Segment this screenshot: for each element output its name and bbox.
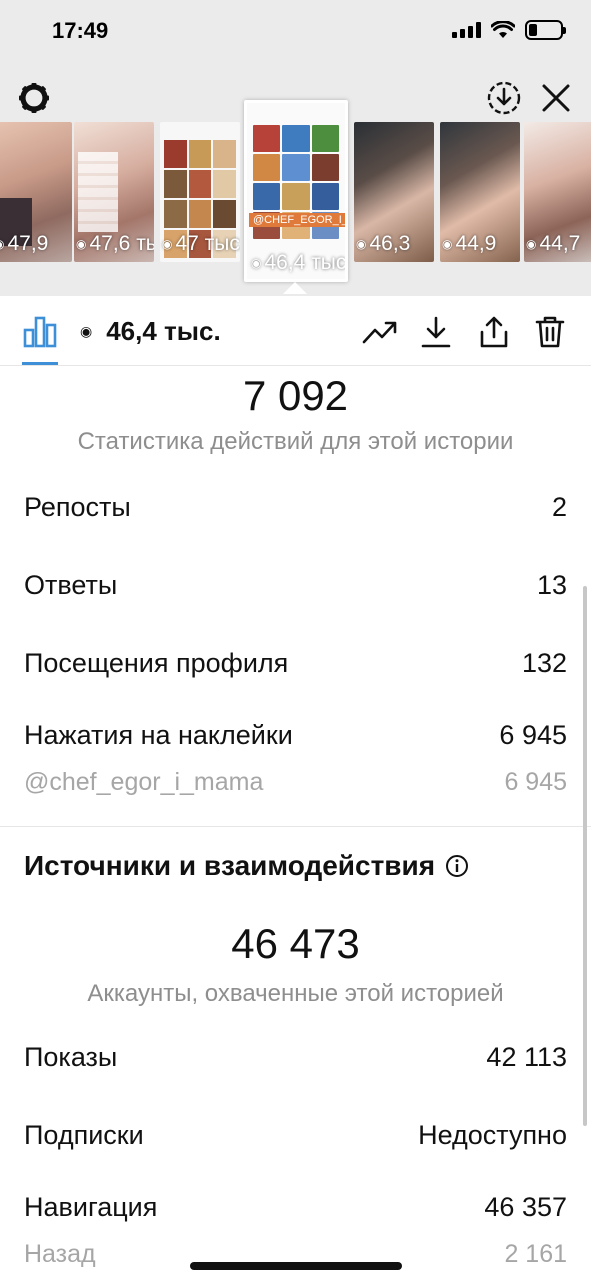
actions-total: 7 092	[242, 372, 349, 419]
thumbnail-views: ◉47,9	[0, 232, 49, 255]
row-value: 42 113	[486, 1042, 567, 1072]
row-value: 132	[521, 648, 567, 678]
row-value: 6 945	[499, 720, 567, 750]
save-story-button[interactable]	[484, 78, 524, 118]
navigation-row: Навигация 46 357	[24, 1192, 567, 1223]
row-label: Посещения профиля	[24, 648, 289, 678]
close-icon	[542, 84, 570, 112]
row-label: Подписки	[24, 1120, 144, 1150]
thumbnail-list	[78, 152, 118, 232]
close-button[interactable]	[536, 78, 576, 118]
section-title-text: Источники и взаимодействия	[24, 850, 436, 881]
battery-icon	[525, 20, 566, 40]
download-button[interactable]	[418, 314, 454, 350]
sticker-taps-row: Нажатия на наклейки 6 945	[24, 720, 567, 751]
home-indicator[interactable]	[190, 1262, 402, 1270]
download-icon	[421, 316, 451, 348]
reach-caption: Аккаунты, охваченные этой историей	[87, 980, 504, 1007]
section-title: Источники и взаимодействия	[24, 850, 469, 882]
row-label: Назад	[24, 1240, 96, 1268]
story-thumbnail[interactable]: ◉ 44,7	[524, 122, 591, 262]
story-thumbnail[interactable]: ◉47,6 тыс.	[74, 122, 154, 262]
delete-button[interactable]	[532, 314, 568, 350]
scrollbar[interactable]	[583, 586, 587, 1126]
row-value: 2 161	[504, 1240, 567, 1268]
thumbnail-views: ◉ 44,9	[442, 232, 497, 255]
mention-sticker: @CHEF_EGOR_I_MAMA	[249, 213, 345, 227]
trending-up-icon	[362, 321, 397, 344]
row-value: 6 945	[504, 768, 567, 796]
reposts-row: Репосты 2	[24, 492, 567, 523]
row-label: Нажатия на наклейки	[24, 720, 293, 750]
insights-tab[interactable]	[22, 314, 58, 350]
status-icons	[452, 20, 566, 40]
insights-content[interactable]: 7 092 Статистика действий для этой истор…	[0, 366, 591, 1280]
views-summary: ◉ 46,4 тыс.	[80, 316, 221, 347]
profile-visits-row: Посещения профиля 132	[24, 648, 567, 679]
story-thumbnail[interactable]: ◉ 47 тыс.	[160, 122, 240, 262]
thumbnail-views: ◉ 46,4 тыс.	[251, 251, 348, 274]
views-count: 46,4 тыс.	[106, 316, 221, 346]
row-label: Ответы	[24, 570, 118, 600]
story-thumbnail[interactable]: ◉47,9	[0, 122, 72, 262]
thumbnail-views: ◉47,6 тыс.	[76, 232, 154, 255]
thumbnail-views: ◉ 46,3	[356, 232, 411, 255]
wifi-icon	[491, 21, 515, 38]
story-strip-area: 17:49 47,9 ◉ 47,6 ты ◉ 47 тыс. @CHEF_EGO…	[0, 0, 591, 296]
sticker-mention-row[interactable]: @chef_egor_i_mama 6 945	[24, 768, 567, 797]
row-value: 13	[536, 570, 567, 600]
cellular-signal-icon	[452, 22, 481, 38]
follows-row: Подписки Недоступно	[24, 1120, 567, 1151]
promote-button[interactable]	[362, 314, 398, 350]
row-label: Репосты	[24, 492, 131, 522]
bar-chart-icon	[23, 316, 57, 348]
share-button[interactable]	[476, 314, 512, 350]
row-label: Показы	[24, 1042, 118, 1072]
share-icon	[480, 316, 508, 348]
story-thumbnail[interactable]: ◉ 44,9	[440, 122, 520, 262]
active-tab-underline	[22, 362, 58, 365]
actions-caption: Статистика действий для этой истории	[77, 428, 514, 455]
replies-row: Ответы 13	[24, 570, 567, 601]
story-thumbnail[interactable]: ◉ 46,3	[354, 122, 434, 262]
row-value: 46 357	[484, 1192, 567, 1222]
story-thumbnail-strip[interactable]: ◉47,9 ◉47,6 тыс. ◉47 тыс. @CHEF_EGOR_I_M…	[0, 100, 591, 290]
thumbnail-views: ◉ 47 тыс.	[162, 232, 240, 255]
row-value: Недоступно	[418, 1120, 567, 1150]
status-bar: 17:49	[0, 0, 591, 64]
settings-button[interactable]	[14, 78, 54, 118]
story-thumbnail-selected[interactable]: @CHEF_EGOR_I_MAMA ◉46,4 тыс.	[244, 100, 348, 282]
section-divider	[0, 826, 591, 827]
info-icon[interactable]	[445, 854, 469, 878]
eye-icon: ◉	[80, 323, 93, 339]
reach-total: 46 473	[231, 920, 360, 967]
impressions-row: Показы 42 113	[24, 1042, 567, 1073]
thumbnail-views: ◉ 44,7	[526, 232, 581, 255]
status-time: 17:49	[52, 18, 109, 43]
gear-icon	[19, 83, 49, 113]
row-value: 2	[551, 492, 567, 522]
row-label: @chef_egor_i_mama	[24, 768, 264, 796]
story-toolbar: ◉ 46,4 тыс.	[0, 296, 591, 366]
row-label: Навигация	[24, 1192, 158, 1222]
selected-pointer	[283, 282, 307, 294]
download-circle-icon	[487, 81, 521, 115]
trash-icon	[535, 316, 565, 348]
